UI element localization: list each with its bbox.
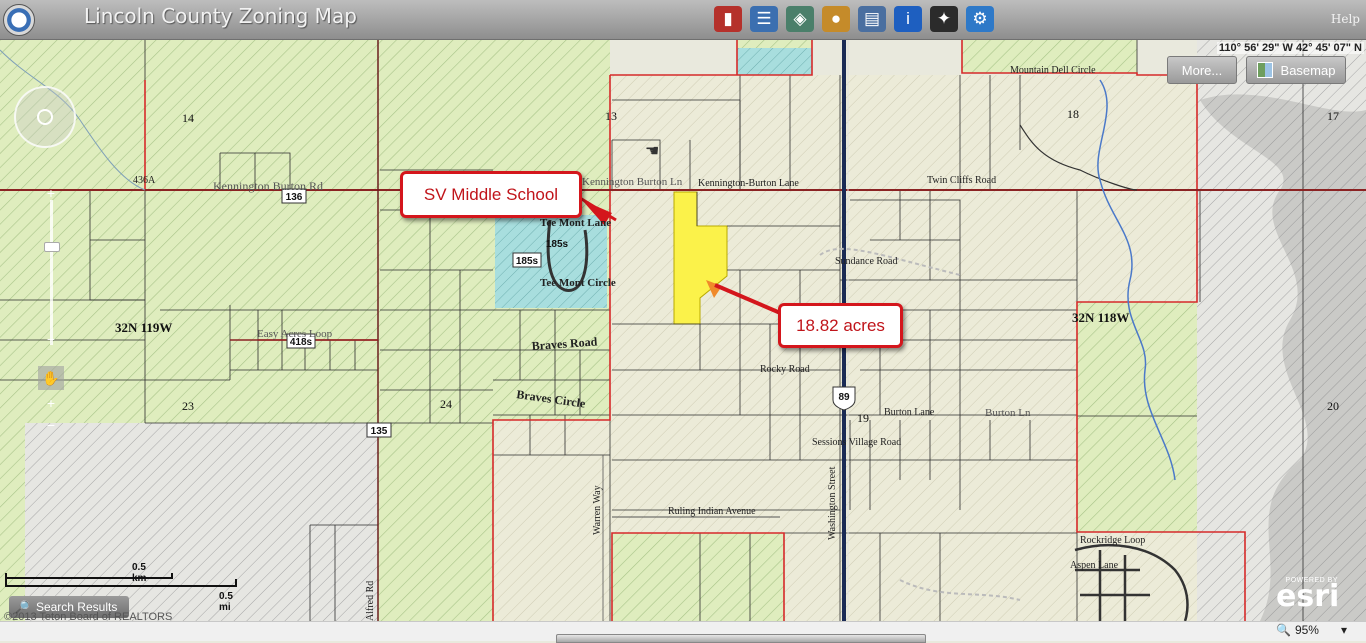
layer-list-icon[interactable]: ☰	[750, 6, 778, 32]
highway-shield-label: 185s	[546, 239, 569, 250]
basemap-button[interactable]: Basemap	[1246, 56, 1346, 84]
top-bar: Lincoln County Zoning Map ▮ ☰ ◈ ● ▤ i ✦ ⚙ Help	[0, 0, 1366, 40]
county-seal-logo[interactable]	[3, 4, 35, 36]
esri-logo[interactable]: POWERED BY esri	[1276, 577, 1340, 614]
road-label: Warren Way	[592, 485, 603, 535]
road-label: Alfred Rd	[365, 581, 376, 621]
acres-callout: 18.82 acres	[778, 303, 903, 348]
section-label: 14	[182, 111, 194, 125]
section-label: 19	[857, 411, 869, 425]
zoom-out-icon[interactable]: −	[44, 332, 58, 346]
horizontal-scrollbar[interactable]	[556, 634, 926, 643]
school-callout: SV Middle School	[400, 171, 582, 218]
pan-cursor-icon: ☚	[645, 143, 659, 160]
chevron-down-icon[interactable]: ▾	[1341, 623, 1347, 637]
section-label: 18	[1067, 107, 1079, 121]
road-label: Tee Mont Lane	[540, 217, 611, 229]
road-label: Burton Lane	[884, 407, 935, 418]
road-label: Kennington Burton Ln	[582, 176, 683, 188]
zone-green-east	[1077, 302, 1197, 532]
highway-shield-label: 185s	[516, 256, 539, 267]
print-icon[interactable]: ▤	[858, 6, 886, 32]
section-label: 23	[182, 399, 194, 413]
road-label: Sessions Village Road	[812, 437, 901, 448]
zoom-box-out-icon[interactable]: −	[44, 418, 58, 432]
map-view[interactable]: 14 13 18 17 23 24 19 20 32N 119W 32N 118…	[0, 40, 1366, 621]
pan-compass[interactable]	[14, 86, 76, 148]
pan-hand-icon[interactable]: ✋	[38, 366, 64, 390]
browser-zoom-control[interactable]: 🔍 95% ▾	[1276, 623, 1347, 637]
cursor-coordinates: 110° 56' 29" W 42° 45' 07" N	[1216, 42, 1364, 54]
help-link[interactable]: Help	[1331, 12, 1360, 26]
scale-mi-label: 0.5 mi	[219, 591, 233, 613]
road-label: Kennington-Burton Lane	[698, 178, 799, 189]
zone-green-south	[612, 533, 784, 621]
road-label: Kennington Burton Rd	[213, 179, 323, 193]
highway-shield-label: 136	[286, 192, 303, 203]
road-label: Burton Ln	[985, 407, 1031, 419]
zoom-in-icon[interactable]: +	[44, 186, 58, 200]
zoom-slider[interactable]: + − ✋ + −	[38, 186, 64, 436]
road-label: Ruling Indian Avenue	[668, 506, 756, 517]
zone-gray-southwest	[25, 423, 378, 621]
road-label: Mountain Dell Circle	[1010, 65, 1096, 76]
road-label: Rockridge Loop	[1080, 535, 1145, 546]
basemap-layers-icon[interactable]: ◈	[786, 6, 814, 32]
section-label: 17	[1327, 109, 1339, 123]
township-label: 32N 118W	[1072, 310, 1129, 325]
legend-book-icon[interactable]: ▮	[714, 6, 742, 32]
road-label: Rocky Road	[760, 364, 810, 375]
palette-icon[interactable]: ●	[822, 6, 850, 32]
road-label: Easy Acres Loop	[257, 328, 333, 340]
more-button[interactable]: More...	[1167, 56, 1237, 84]
esri-wordmark: esri	[1276, 579, 1340, 614]
road-label: Washington Street	[827, 466, 838, 540]
section-label: 20	[1327, 399, 1339, 413]
zoom-slider-handle[interactable]	[44, 242, 60, 252]
map-canvas[interactable]: 14 13 18 17 23 24 19 20 32N 119W 32N 118…	[0, 40, 1366, 621]
basemap-button-label: Basemap	[1280, 62, 1336, 78]
scale-km-label: 0.5 km	[132, 562, 146, 584]
basemap-grid-icon	[1256, 62, 1273, 78]
road-label: Aspen Lane	[1070, 560, 1119, 571]
info-icon[interactable]: i	[894, 6, 922, 32]
road-label: Tee Mont Circle	[540, 277, 616, 289]
measure-icon[interactable]: ✦	[930, 6, 958, 32]
section-label: 24	[440, 397, 452, 411]
toolbar: ▮ ☰ ◈ ● ▤ i ✦ ⚙	[714, 6, 994, 32]
road-label: Sundance Road	[835, 256, 898, 267]
zoom-box-in-icon[interactable]: +	[44, 396, 58, 410]
road-label: 436A	[133, 175, 156, 186]
highway-shield-label: 89	[838, 392, 850, 403]
section-label: 13	[605, 109, 617, 123]
road-label: Twin Cliffs Road	[927, 175, 996, 186]
zoom-magnifier-icon: 🔍	[1276, 623, 1291, 637]
highway-shield-label: 135	[371, 426, 388, 437]
tools-icon[interactable]: ⚙	[966, 6, 994, 32]
zoom-level-value: 95%	[1294, 623, 1319, 637]
zone-blue-north	[737, 48, 812, 75]
app-title: Lincoln County Zoning Map	[84, 4, 357, 28]
township-label: 32N 119W	[115, 320, 172, 335]
